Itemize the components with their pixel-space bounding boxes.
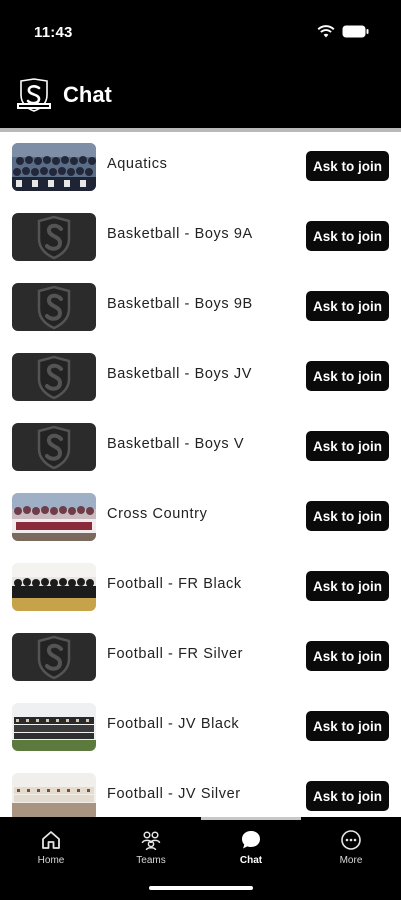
team-photo-thumbnail xyxy=(12,493,96,541)
ask-to-join-button[interactable]: Ask to join xyxy=(306,571,389,601)
ask-to-join-button[interactable]: Ask to join xyxy=(306,641,389,671)
shield-logo-thumbnail xyxy=(12,283,96,331)
group-name: Basketball - Boys V xyxy=(107,436,245,452)
tab-label: Chat xyxy=(239,855,263,866)
ask-to-join-button[interactable]: Ask to join xyxy=(306,431,389,461)
teams-icon xyxy=(101,829,201,851)
status-bar: 11:43 xyxy=(0,0,401,62)
tab-label: Teams xyxy=(136,855,166,866)
shield-logo-thumbnail xyxy=(12,633,96,681)
group-name: Football - JV Black xyxy=(107,716,240,732)
list-item[interactable]: Cross Country Ask to join xyxy=(0,482,401,552)
ask-to-join-button[interactable]: Ask to join xyxy=(306,501,389,531)
shield-logo-thumbnail xyxy=(12,213,96,261)
list-item[interactable]: Aquatics Ask to join xyxy=(0,132,401,202)
ask-to-join-button[interactable]: Ask to join xyxy=(306,151,389,181)
tab-home[interactable]: Home xyxy=(1,829,101,869)
ask-to-join-button[interactable]: Ask to join xyxy=(306,711,389,741)
school-shield-logo[interactable] xyxy=(15,78,53,114)
list-item[interactable]: Basketball - Boys V Ask to join xyxy=(0,412,401,482)
group-name: Football - FR Black xyxy=(107,576,242,592)
group-name: Cross Country xyxy=(107,506,208,522)
active-tab-indicator xyxy=(201,817,301,820)
list-item[interactable]: Basketball - Boys 9B Ask to join xyxy=(0,272,401,342)
ask-to-join-button[interactable]: Ask to join xyxy=(306,781,389,811)
group-name: Basketball - Boys 9A xyxy=(107,226,253,242)
list-item[interactable]: Football - JV Black Ask to join xyxy=(0,692,401,762)
group-name: Basketball - Boys JV xyxy=(107,366,252,382)
app-header: Chat xyxy=(0,62,401,128)
status-time: 11:43 xyxy=(34,24,73,41)
chat-group-list[interactable]: Aquatics Ask to join Basketball - Boys 9… xyxy=(0,132,401,817)
home-indicator xyxy=(149,886,253,890)
list-item[interactable]: Basketball - Boys 9A Ask to join xyxy=(0,202,401,272)
group-name: Football - FR Silver xyxy=(107,646,244,662)
home-icon xyxy=(1,829,101,851)
wifi-icon xyxy=(317,25,335,43)
list-item[interactable]: Football - JV Silver Ask to join xyxy=(0,762,401,817)
tab-label: More xyxy=(339,855,363,866)
group-name: Basketball - Boys 9B xyxy=(107,296,253,312)
shield-logo-thumbnail xyxy=(12,423,96,471)
ask-to-join-button[interactable]: Ask to join xyxy=(306,361,389,391)
tab-teams[interactable]: Teams xyxy=(101,829,201,869)
tab-label: Home xyxy=(37,855,65,866)
team-photo-thumbnail xyxy=(12,563,96,611)
ask-to-join-button[interactable]: Ask to join xyxy=(306,291,389,321)
team-photo-thumbnail xyxy=(12,773,96,817)
group-name: Football - JV Silver xyxy=(107,786,241,802)
battery-icon xyxy=(342,25,369,43)
team-photo-thumbnail xyxy=(12,143,96,191)
team-photo-thumbnail xyxy=(12,703,96,751)
list-item[interactable]: Basketball - Boys JV Ask to join xyxy=(0,342,401,412)
shield-logo-thumbnail xyxy=(12,353,96,401)
tab-more[interactable]: More xyxy=(301,829,401,869)
tab-chat[interactable]: Chat xyxy=(201,829,301,869)
chat-icon xyxy=(201,829,301,851)
ask-to-join-button[interactable]: Ask to join xyxy=(306,221,389,251)
more-icon xyxy=(301,829,401,851)
group-name: Aquatics xyxy=(107,156,168,172)
status-icons xyxy=(317,25,369,43)
list-item[interactable]: Football - FR Silver Ask to join xyxy=(0,622,401,692)
page-title: Chat xyxy=(63,82,112,107)
list-item[interactable]: Football - FR Black Ask to join xyxy=(0,552,401,622)
